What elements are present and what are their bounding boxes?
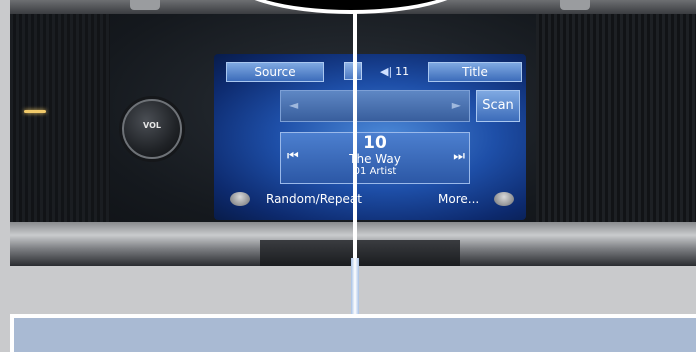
speaker-icon: ◀| (380, 65, 393, 78)
track-number: 10 (363, 133, 387, 153)
left-trim (10, 14, 110, 250)
next-track-icon[interactable]: ⏭ (453, 149, 465, 164)
seek-right-icon[interactable]: ► (452, 98, 461, 112)
track-artist: 01 Artist (281, 166, 469, 177)
random-repeat-knob-icon[interactable] (230, 192, 250, 206)
vent-slot (560, 0, 590, 10)
track-info-box[interactable]: ⏮ 10 The Way 01 Artist ⏭ (280, 132, 470, 184)
random-repeat-label[interactable]: Random/Repeat (266, 192, 362, 206)
volume-indicator: ◀| 11 (380, 62, 409, 82)
volume-level: 11 (395, 65, 410, 78)
more-label[interactable]: More... (438, 192, 479, 206)
folder-seek-bar[interactable]: ◄ ► (280, 90, 470, 122)
callout-line-lower (351, 258, 359, 316)
vent-slot (130, 0, 160, 10)
more-knob-icon[interactable] (494, 192, 514, 206)
audio-screen: Source ◀| 11 Title ◄ ► Scan ⏮ 10 The Way … (214, 54, 526, 220)
right-trim (536, 14, 696, 250)
lower-console (260, 240, 460, 266)
callout-panel (10, 314, 696, 352)
artist-name: Artist (369, 166, 397, 177)
title-button[interactable]: Title (428, 62, 522, 82)
volume-knob-label: VOL (143, 121, 161, 130)
seek-left-icon[interactable]: ◄ (289, 98, 298, 112)
volume-knob[interactable]: VOL (122, 99, 182, 159)
source-button[interactable]: Source (226, 62, 324, 82)
track-title: The Way (349, 152, 401, 166)
indicator-light (24, 110, 46, 113)
scan-button[interactable]: Scan (476, 90, 520, 122)
